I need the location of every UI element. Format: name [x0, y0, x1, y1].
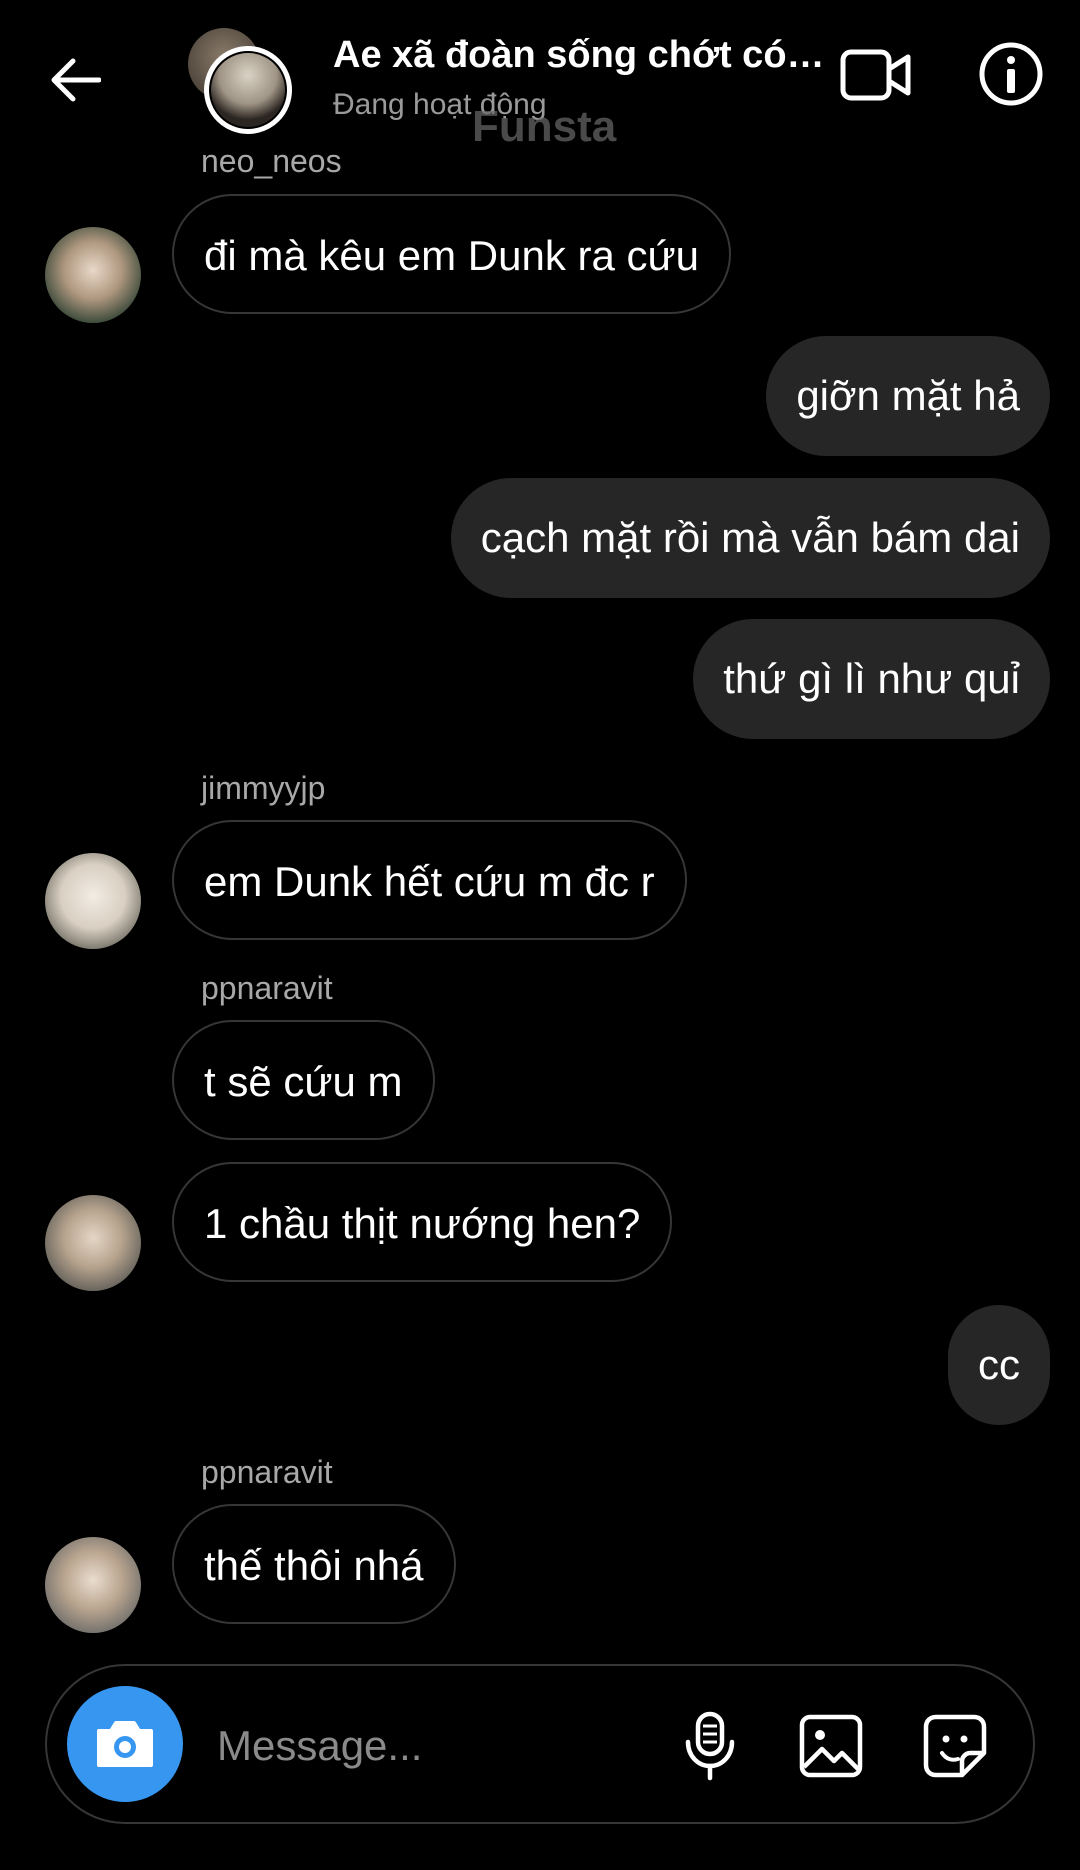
- sticker-button[interactable]: [917, 1708, 993, 1784]
- back-button[interactable]: [40, 45, 110, 115]
- message-bubble[interactable]: em Dunk hết cứu m đc r: [172, 820, 687, 940]
- avatar[interactable]: [45, 1537, 141, 1633]
- avatar[interactable]: [45, 1195, 141, 1291]
- microphone-button[interactable]: [675, 1706, 745, 1786]
- group-avatar-primary: [204, 46, 292, 134]
- group-avatar[interactable]: [188, 28, 298, 134]
- message-bubble[interactable]: cạch mặt rồi mà vẫn bám dai: [450, 478, 1050, 598]
- info-button[interactable]: [976, 36, 1046, 111]
- microphone-icon: [685, 1711, 735, 1781]
- sender-name: neo_neos: [201, 143, 342, 179]
- gallery-button[interactable]: [793, 1708, 869, 1784]
- message-bubble[interactable]: đi mà kêu em Dunk ra cứu: [172, 194, 731, 314]
- camera-icon: [97, 1721, 153, 1767]
- info-icon: [979, 42, 1043, 105]
- avatar[interactable]: [45, 227, 141, 323]
- message-bubble[interactable]: thế thôi nhá: [172, 1504, 456, 1624]
- message-composer: [45, 1664, 1035, 1824]
- watermark: Funsta: [472, 102, 617, 151]
- image-icon: [799, 1714, 863, 1778]
- video-call-button[interactable]: [836, 40, 916, 110]
- back-arrow-icon: [51, 58, 101, 102]
- message-bubble[interactable]: giỡn mặt hả: [766, 336, 1050, 456]
- video-call-icon: [840, 49, 911, 101]
- sticker-icon: [923, 1714, 987, 1778]
- message-bubble[interactable]: thứ gì lì như quỉ: [693, 619, 1050, 739]
- sender-name: ppnaravit: [201, 1454, 333, 1490]
- chat-header: Ae xã đoàn sống chớt có n... Đang hoạt đ…: [0, 0, 1080, 151]
- chat-title[interactable]: Ae xã đoàn sống chớt có n...: [333, 34, 833, 77]
- message-bubble[interactable]: t sẽ cứu m: [172, 1020, 435, 1140]
- camera-button[interactable]: [67, 1686, 183, 1802]
- message-bubble[interactable]: cc: [948, 1305, 1050, 1425]
- message-bubble[interactable]: 1 chầu thịt nướng hen?: [172, 1162, 673, 1282]
- sender-name: jimmyyjp: [201, 770, 326, 806]
- avatar[interactable]: [45, 853, 141, 949]
- message-input[interactable]: [217, 1706, 637, 1786]
- sender-name: ppnaravit: [201, 970, 333, 1006]
